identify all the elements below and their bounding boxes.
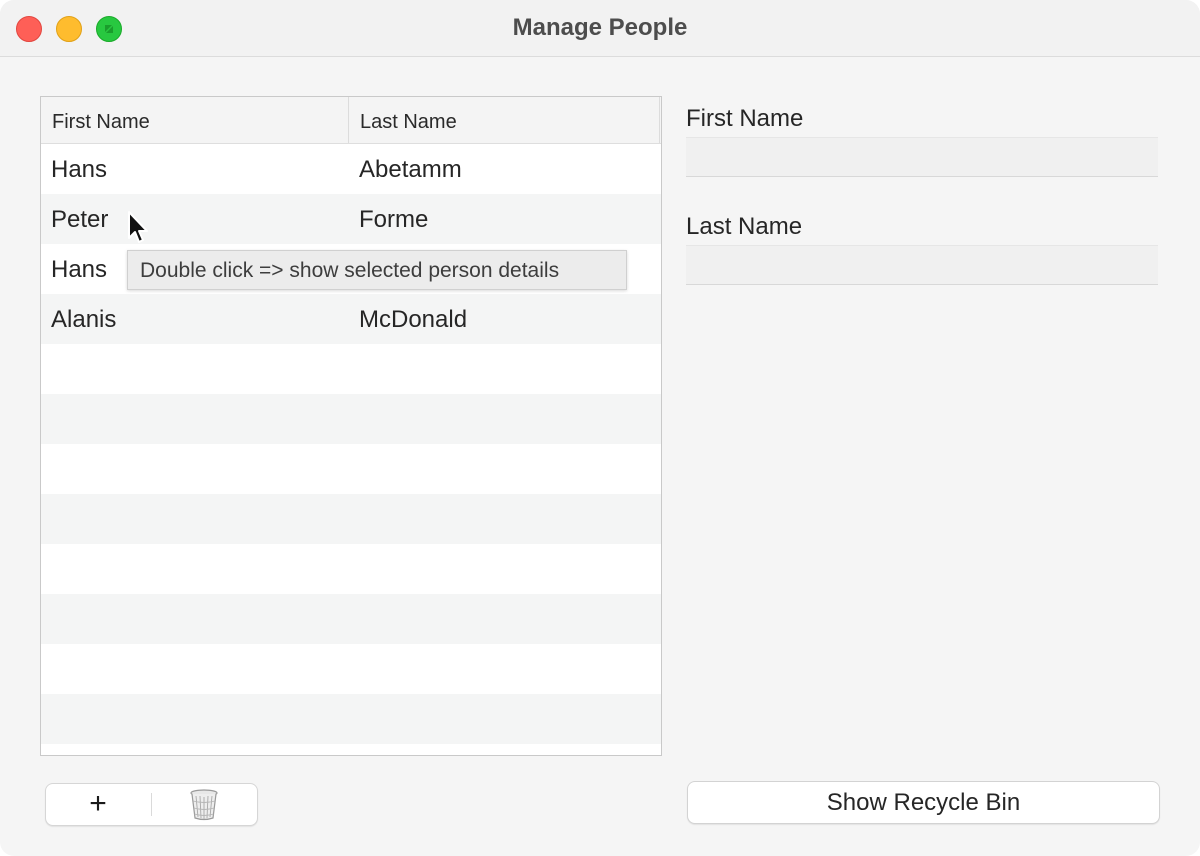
empty-row <box>41 544 661 594</box>
mouse-pointer-icon <box>128 211 148 243</box>
first-name-cell: Alanis <box>51 306 117 333</box>
last-name-cell: Forme <box>359 206 429 233</box>
delete-person-button[interactable] <box>152 784 256 825</box>
add-delete-segmented-control: + <box>45 783 258 826</box>
empty-row <box>41 394 661 444</box>
trash-icon <box>190 789 218 821</box>
manage-people-window: Manage People First Name Last Name Hans … <box>0 0 1200 856</box>
empty-row <box>41 494 661 544</box>
last-name-cell: McDonald <box>359 306 468 333</box>
column-header-first-name[interactable]: First Name <box>41 97 349 143</box>
empty-row <box>41 744 661 755</box>
first-name-cell: Hans <box>51 256 108 283</box>
last-name-cell: Abetamm <box>359 156 462 183</box>
title-bar: Manage People <box>0 0 1200 57</box>
add-person-button[interactable]: + <box>46 784 150 825</box>
column-header-last-name[interactable]: Last Name <box>349 97 660 143</box>
window-title: Manage People <box>512 14 688 41</box>
people-table[interactable]: First Name Last Name Hans Abetamm Peter … <box>40 96 662 756</box>
last-name-label: Last Name <box>686 213 803 240</box>
table-row[interactable]: Hans Abetamm <box>41 144 661 194</box>
table-header: First Name Last Name <box>41 97 661 144</box>
table-row[interactable]: Alanis McDonald <box>41 294 661 344</box>
first-name-cell: Hans <box>51 156 108 183</box>
empty-row <box>41 444 661 494</box>
tooltip: Double click => show selected person det… <box>127 250 627 290</box>
show-recycle-bin-button[interactable]: Show Recycle Bin <box>687 781 1160 824</box>
first-name-label: First Name <box>686 105 804 132</box>
empty-row <box>41 344 661 394</box>
empty-row <box>41 644 661 694</box>
last-name-field[interactable] <box>686 245 1158 285</box>
empty-row <box>41 694 661 744</box>
empty-row <box>41 594 661 644</box>
first-name-cell: Peter <box>51 206 109 233</box>
first-name-field[interactable] <box>686 137 1158 177</box>
